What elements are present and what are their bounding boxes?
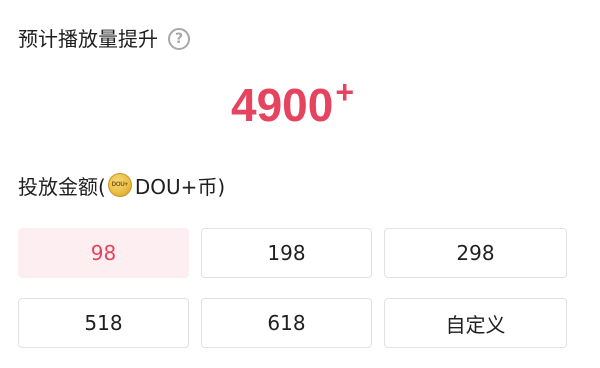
page: 预计播放量提升 ? 4900+ 投放金额( DOU+ DOU+币) 98 198… [0, 0, 600, 368]
amount-option-518[interactable]: 518 [18, 298, 189, 348]
question-circle-icon[interactable]: ? [168, 28, 190, 50]
coin-icon-text: DOU+ [111, 182, 128, 188]
amount-option-custom[interactable]: 自定义 [384, 298, 567, 348]
dou-coin-icon: DOU+ [107, 173, 132, 197]
estimate-title: 预计播放量提升 [18, 27, 158, 51]
amount-options: 98 198 298 518 618 自定义 [18, 228, 568, 348]
amount-label-prefix: 投放金额( [18, 174, 106, 199]
amount-option-198[interactable]: 198 [201, 228, 372, 278]
estimate-number: 4900 [230, 79, 334, 131]
amount-label: 投放金额( DOU+ DOU+币) [18, 170, 225, 200]
estimate-header: 预计播放量提升 ? [18, 24, 190, 54]
estimate-plus: + [335, 74, 355, 110]
amount-option-618[interactable]: 618 [201, 298, 372, 348]
estimate-value: 4900+ [0, 74, 585, 131]
amount-option-98[interactable]: 98 [18, 228, 189, 278]
amount-label-currency: DOU+币) [134, 174, 226, 199]
amount-option-298[interactable]: 298 [384, 228, 567, 278]
